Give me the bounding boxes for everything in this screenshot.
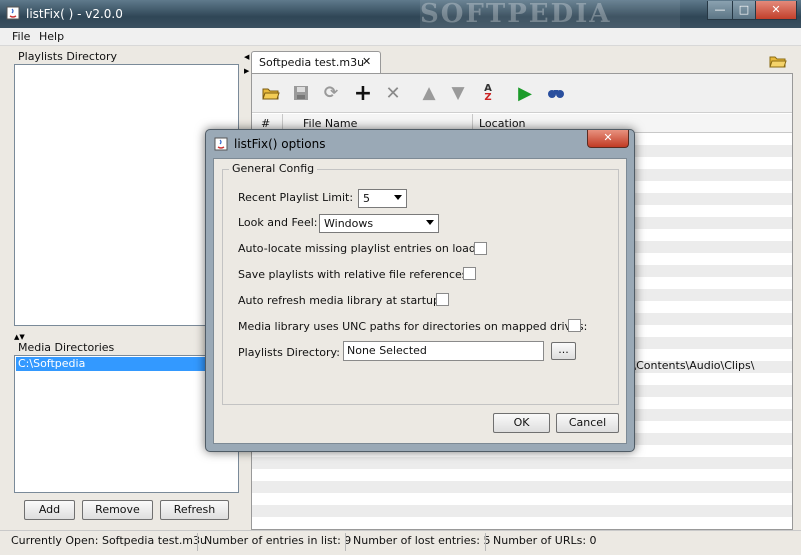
auto-locate-label: Auto-locate missing playlist entries on … — [238, 242, 480, 255]
java-app-icon — [214, 137, 228, 151]
menu-help[interactable]: Help — [39, 30, 64, 43]
dialog-title: listFix() options — [234, 137, 326, 151]
status-entries: Number of entries in list: 9 — [204, 534, 352, 547]
look-feel-value: Windows — [324, 217, 374, 230]
playlists-dir-value: None Selected — [347, 344, 427, 357]
status-current: Currently Open: Softpedia test.m3u — [11, 534, 207, 547]
java-app-icon — [6, 6, 20, 20]
status-divider — [485, 533, 486, 551]
save-icon[interactable] — [291, 83, 311, 103]
media-directories-label: Media Directories — [18, 341, 115, 354]
options-dialog: listFix() options ✕ General Config Recen… — [205, 129, 635, 452]
reload-icon[interactable]: ⟳ — [321, 83, 341, 103]
chevron-down-icon — [394, 195, 402, 200]
split-up-icon[interactable]: ▲▼ — [14, 333, 25, 341]
minimize-button[interactable]: — — [707, 1, 733, 20]
playlists-dir-field[interactable]: None Selected — [343, 341, 544, 361]
look-feel-label: Look and Feel: — [238, 216, 318, 229]
watermark: SOFTPEDIA — [420, 0, 680, 28]
maximize-button[interactable]: □ — [732, 1, 756, 20]
ok-button[interactable]: OK — [493, 413, 550, 433]
recent-limit-label: Recent Playlist Limit: — [238, 191, 354, 204]
auto-refresh-checkbox[interactable] — [436, 293, 449, 306]
group-title: General Config — [229, 162, 318, 175]
add-button[interactable]: Add — [24, 500, 75, 520]
recent-limit-select[interactable]: 5 — [358, 189, 407, 208]
window-title: listFix( ) - v2.0.0 — [26, 7, 123, 21]
refresh-button[interactable]: Refresh — [160, 500, 229, 520]
unc-paths-checkbox[interactable] — [568, 319, 581, 332]
browse-button[interactable]: ... — [551, 342, 576, 360]
tab-label: Softpedia test.m3u — [259, 56, 365, 69]
open-folder-icon[interactable] — [769, 54, 787, 68]
move-down-icon[interactable]: ▼ — [448, 83, 468, 103]
close-button[interactable]: ✕ — [755, 1, 797, 20]
menu-bar: File Help — [0, 28, 801, 46]
find-icon[interactable] — [546, 83, 566, 103]
open-icon[interactable] — [261, 83, 281, 103]
look-feel-select[interactable]: Windows — [319, 214, 439, 233]
expand-right-icon[interactable]: ▶ — [244, 67, 249, 75]
playlists-dir-label: Playlists Directory: — [238, 346, 340, 359]
dialog-close-button[interactable]: ✕ — [587, 130, 629, 148]
auto-locate-checkbox[interactable] — [474, 242, 487, 255]
media-directory-item[interactable]: C:\Softpedia — [16, 357, 208, 371]
tab-playlist[interactable]: Softpedia test.m3u ✕ — [251, 51, 381, 74]
chevron-down-icon — [426, 220, 434, 225]
unc-paths-label: Media library uses UNC paths for directo… — [238, 320, 588, 333]
title-bar: listFix( ) - v2.0.0 SOFTPEDIA — □ ✕ — [0, 0, 801, 28]
status-divider — [345, 533, 346, 551]
menu-file[interactable]: File — [12, 30, 30, 43]
relative-refs-label: Save playlists with relative file refere… — [238, 268, 472, 281]
sort-az-icon[interactable]: AZ — [478, 83, 498, 103]
cancel-button[interactable]: Cancel — [556, 413, 619, 433]
status-divider — [197, 533, 198, 551]
remove-button[interactable]: Remove — [82, 500, 153, 520]
dialog-body: General Config Recent Playlist Limit: 5 … — [213, 158, 627, 444]
remove-icon[interactable]: ✕ — [383, 83, 403, 104]
play-icon[interactable]: ▶ — [515, 83, 535, 104]
auto-refresh-label: Auto refresh media library at startup: — [238, 294, 444, 307]
relative-refs-checkbox[interactable] — [463, 267, 476, 280]
playlists-directory-label: Playlists Directory — [18, 50, 118, 63]
status-bar: Currently Open: Softpedia test.m3u Numbe… — [0, 530, 801, 555]
tab-close-icon[interactable]: ✕ — [362, 55, 371, 68]
status-urls: Number of URLs: 0 — [493, 534, 597, 547]
editor-toolbar: ⟳ + ✕ ▲ ▼ AZ ▶ — [252, 74, 792, 113]
move-up-icon[interactable]: ▲ — [419, 83, 439, 103]
location-cell: ct\Contents\Audio\Clips\ — [622, 359, 755, 372]
general-config-group: General Config Recent Playlist Limit: 5 … — [222, 162, 619, 405]
collapse-left-icon[interactable]: ◀ — [244, 53, 249, 61]
recent-limit-value: 5 — [363, 192, 370, 205]
status-lost: Number of lost entries: 5 — [353, 534, 491, 547]
add-icon[interactable]: + — [353, 81, 373, 106]
